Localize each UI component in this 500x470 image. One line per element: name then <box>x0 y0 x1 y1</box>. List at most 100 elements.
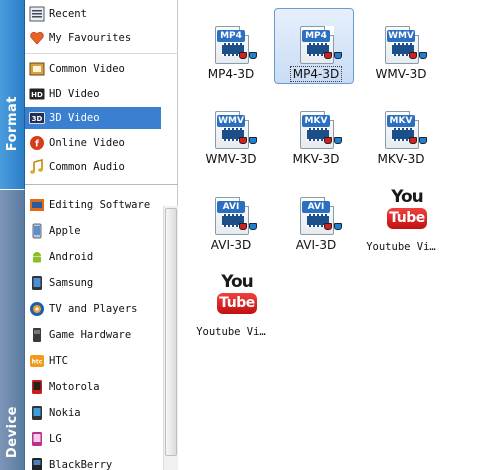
format-tile-mkv-3d-2[interactable]: MKV MKV-3D <box>365 97 445 177</box>
youtube-logo-icon: You Tube <box>385 187 429 233</box>
sidebar-item-label: TV and Players <box>49 303 138 315</box>
heart-icon <box>28 30 45 47</box>
format-badge: WMV <box>387 30 415 42</box>
3d-glasses-icon <box>239 137 259 146</box>
blackberry-icon <box>28 457 45 470</box>
sidebar-item-common-video[interactable]: Common Video <box>25 58 161 80</box>
format-group: Common Video HD HD Video 3D 3D Video f O… <box>25 55 178 185</box>
format-badge: MKV <box>387 115 415 127</box>
nokia-icon <box>28 405 45 422</box>
format-label: Youtube Vi… <box>366 241 436 253</box>
sidebar-item-android[interactable]: Android <box>25 246 161 268</box>
device-scrollbar[interactable] <box>163 206 178 470</box>
youtube-logo-icon: You Tube <box>215 272 259 318</box>
htc-icon: htc <box>28 353 45 370</box>
sidebar-item-label: Android <box>49 251 94 263</box>
scrollbar-thumb[interactable] <box>165 208 177 456</box>
format-badge: MKV <box>302 115 330 127</box>
format-badge: AVI <box>302 201 330 213</box>
tab-device[interactable]: Device <box>0 189 25 470</box>
lg-icon <box>28 431 45 448</box>
format-tile-avi-3d-2[interactable]: AVI AVI-3D <box>280 183 360 263</box>
format-label: MKV-3D <box>377 152 425 166</box>
format-tile-mp4-3d[interactable]: MP4 MP4-3D <box>195 12 275 92</box>
recent-icon <box>28 6 45 23</box>
3d-glasses-icon <box>239 52 259 61</box>
svg-text:f: f <box>35 140 39 150</box>
3d-icon: 3D <box>28 110 45 127</box>
3d-glasses-icon <box>324 137 344 146</box>
sidebar-item-label: Nokia <box>49 407 81 419</box>
sidebar-item-label: HTC <box>49 355 68 367</box>
sidebar-item-game-hardware[interactable]: Game Hardware <box>25 324 161 346</box>
online-video-icon: f <box>28 135 45 152</box>
hd-icon: HD <box>28 86 45 103</box>
tab-format-label: Format <box>4 95 20 151</box>
device-group: Editing Software Apple Android Samsung T… <box>25 188 178 470</box>
sidebar-item-apple[interactable]: Apple <box>25 220 161 242</box>
3d-glasses-icon <box>324 52 344 61</box>
sidebar-item-label: Motorola <box>49 381 100 393</box>
sidebar-item-hd-video[interactable]: HD HD Video <box>25 83 161 105</box>
recent-group: Recent My Favourites <box>25 0 178 54</box>
samsung-phone-icon <box>28 275 45 292</box>
format-badge: AVI <box>217 201 245 213</box>
format-label: Youtube Vi… <box>196 326 266 338</box>
3d-glasses-icon <box>409 52 429 61</box>
format-badge: MP4 <box>217 30 245 42</box>
format-badge: WMV <box>217 115 245 127</box>
music-note-icon <box>28 159 45 176</box>
sidebar-item-3d-video[interactable]: 3D 3D Video <box>25 107 161 129</box>
format-badge: MP4 <box>302 30 330 42</box>
sidebar-item-label: BlackBerry <box>49 459 113 470</box>
sidebar-item-motorola[interactable]: Motorola <box>25 376 161 398</box>
sidebar-item-favourites[interactable]: My Favourites <box>25 27 178 49</box>
sidebar-item-label: 3D Video <box>49 112 100 124</box>
sidebar-item-samsung[interactable]: Samsung <box>25 272 161 294</box>
sidebar-item-tv-players[interactable]: TV and Players <box>25 298 161 320</box>
sidebar-item-editing-software[interactable]: Editing Software <box>25 194 161 216</box>
sidebar-item-label: Editing Software <box>49 199 151 211</box>
sidebar-item-common-audio[interactable]: Common Audio <box>25 156 161 178</box>
format-tile-youtube-video-2[interactable]: You Tube Youtube Vi… <box>195 268 275 348</box>
3d-glasses-icon <box>409 137 429 146</box>
sidebar-item-label: Common Audio <box>49 161 125 173</box>
format-grid: MP4 MP4-3D MP4 MP4-3D WMV WMV-3D WMV WMV… <box>179 0 500 470</box>
sidebar-item-label: Common Video <box>49 63 125 75</box>
category-sidebar: Recent My Favourites Common Video HD HD … <box>25 0 178 470</box>
sidebar-item-label: Game Hardware <box>49 329 132 341</box>
motorola-icon <box>28 379 45 396</box>
format-tile-mkv-3d[interactable]: MKV MKV-3D <box>280 97 360 177</box>
sidebar-item-blackberry[interactable]: BlackBerry <box>25 454 161 470</box>
svg-text:3D: 3D <box>31 115 42 123</box>
tv-icon <box>28 301 45 318</box>
sidebar-item-label: Online Video <box>49 137 125 149</box>
sidebar-item-htc[interactable]: htc HTC <box>25 350 161 372</box>
svg-text:htc: htc <box>31 359 42 366</box>
sidebar-item-label: HD Video <box>49 88 100 100</box>
sidebar-item-label: Apple <box>49 225 81 237</box>
format-label: WMV-3D <box>375 67 427 81</box>
format-tile-mp4-3d-selected[interactable]: MP4 MP4-3D <box>274 8 360 92</box>
format-tile-youtube-video[interactable]: You Tube Youtube Vi… <box>365 183 445 263</box>
sidebar-item-lg[interactable]: LG <box>25 428 161 450</box>
3d-glasses-icon <box>239 223 259 232</box>
sidebar-item-label: Samsung <box>49 277 94 289</box>
game-console-icon <box>28 327 45 344</box>
film-icon <box>28 61 45 78</box>
sidebar-item-label: Recent <box>49 8 87 20</box>
format-tile-wmv-3d[interactable]: WMV WMV-3D <box>365 12 445 92</box>
editing-software-icon <box>28 197 45 214</box>
apple-icon <box>28 223 45 240</box>
format-tile-wmv-3d-2[interactable]: WMV WMV-3D <box>195 97 275 177</box>
format-tile-avi-3d[interactable]: AVI AVI-3D <box>195 183 275 263</box>
3d-glasses-icon <box>324 223 344 232</box>
sidebar-item-label: LG <box>49 433 62 445</box>
android-icon <box>28 249 45 266</box>
sidebar-item-recent[interactable]: Recent <box>25 3 178 25</box>
sidebar-item-online-video[interactable]: f Online Video <box>25 132 161 154</box>
tab-device-label: Device <box>4 405 20 458</box>
tab-format[interactable]: Format <box>0 0 25 189</box>
sidebar-item-label: My Favourites <box>49 32 132 44</box>
sidebar-item-nokia[interactable]: Nokia <box>25 402 161 424</box>
